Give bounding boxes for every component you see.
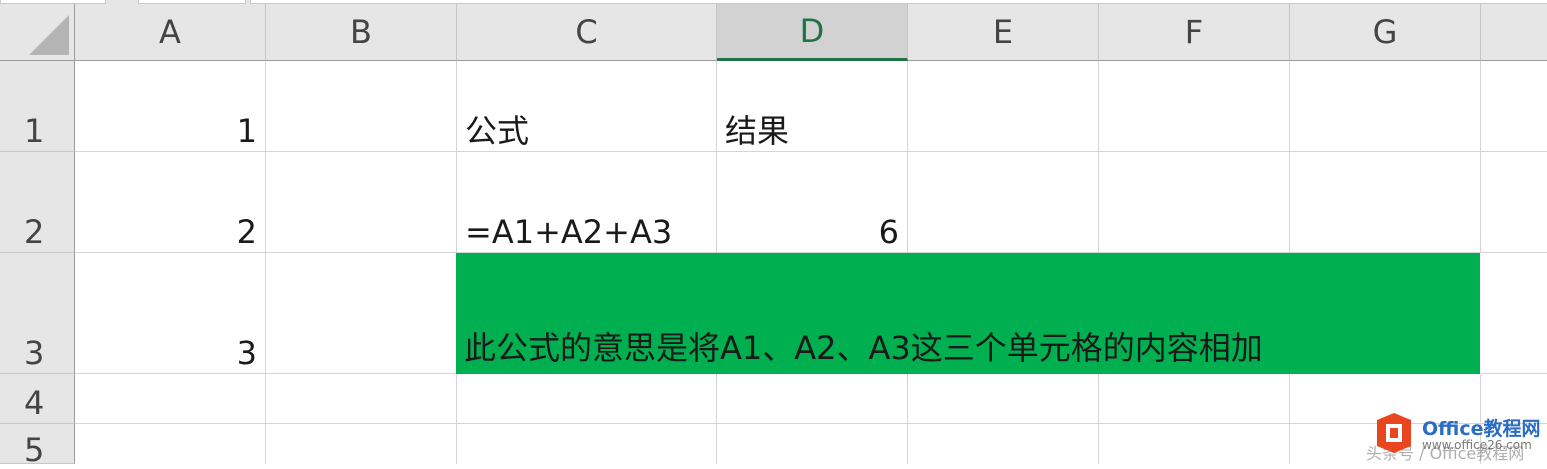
watermark-url: www.office26.com: [1422, 438, 1532, 452]
select-all-triangle-icon: [29, 15, 69, 55]
cell-e1[interactable]: [908, 61, 1099, 152]
cell-b2[interactable]: [266, 152, 457, 253]
cell-c3-text: 此公式的意思是将A1、A2、A3这三个单元格的内容相加: [464, 329, 1263, 367]
watermark-brand: Office教程网: [1422, 418, 1541, 440]
column-header-c[interactable]: C: [457, 4, 717, 61]
row-header-1[interactable]: 1: [0, 61, 75, 152]
cell-a2[interactable]: 2: [75, 152, 266, 253]
cell-b3[interactable]: [266, 253, 457, 374]
spreadsheet-grid: A B C D E F G 1 2 3 4 5 1 公式 结果 2 =A1+A2…: [0, 4, 1547, 466]
office-logo-icon: [1377, 413, 1411, 453]
column-header-g[interactable]: G: [1290, 4, 1481, 61]
column-header-b[interactable]: B: [266, 4, 457, 61]
cell-g2[interactable]: [1290, 152, 1481, 253]
cell-c1[interactable]: 公式: [457, 61, 717, 152]
row-header-2[interactable]: 2: [0, 152, 75, 253]
column-header-e[interactable]: E: [908, 4, 1099, 61]
cell-c2[interactable]: =A1+A2+A3: [457, 152, 717, 253]
cell-f2[interactable]: [1099, 152, 1290, 253]
cell-d5[interactable]: [717, 424, 908, 464]
cell-f1[interactable]: [1099, 61, 1290, 152]
cell-a1[interactable]: 1: [75, 61, 266, 152]
row-header-4[interactable]: 4: [0, 374, 75, 424]
watermark: 头条号 / Office教程网 Office教程网 www.office26.c…: [1366, 412, 1544, 463]
cell-e5[interactable]: [908, 424, 1099, 464]
cell-h2[interactable]: [1481, 152, 1547, 253]
column-header-h-partial[interactable]: [1481, 4, 1547, 61]
column-header-d[interactable]: D: [717, 4, 908, 61]
cell-c5[interactable]: [457, 424, 717, 464]
cell-d2[interactable]: 6: [717, 152, 908, 253]
cell-a3[interactable]: 3: [75, 253, 266, 374]
cell-g1[interactable]: [1290, 61, 1481, 152]
cell-f4[interactable]: [1099, 374, 1290, 424]
cell-b5[interactable]: [266, 424, 457, 464]
cell-d4[interactable]: [717, 374, 908, 424]
cell-b1[interactable]: [266, 61, 457, 152]
column-header-f[interactable]: F: [1099, 4, 1290, 61]
row-header-3[interactable]: 3: [0, 253, 75, 374]
cell-h1[interactable]: [1481, 61, 1547, 152]
select-all-button[interactable]: [0, 4, 75, 61]
cell-e4[interactable]: [908, 374, 1099, 424]
cell-b4[interactable]: [266, 374, 457, 424]
column-header-a[interactable]: A: [75, 4, 266, 61]
cell-e2[interactable]: [908, 152, 1099, 253]
cell-f5[interactable]: [1099, 424, 1290, 464]
row-header-5[interactable]: 5: [0, 424, 75, 466]
cell-c4[interactable]: [457, 374, 717, 424]
cell-a4[interactable]: [75, 374, 266, 424]
cell-d1[interactable]: 结果: [717, 61, 908, 152]
cell-a5[interactable]: [75, 424, 266, 464]
cell-h3[interactable]: [1481, 253, 1547, 374]
